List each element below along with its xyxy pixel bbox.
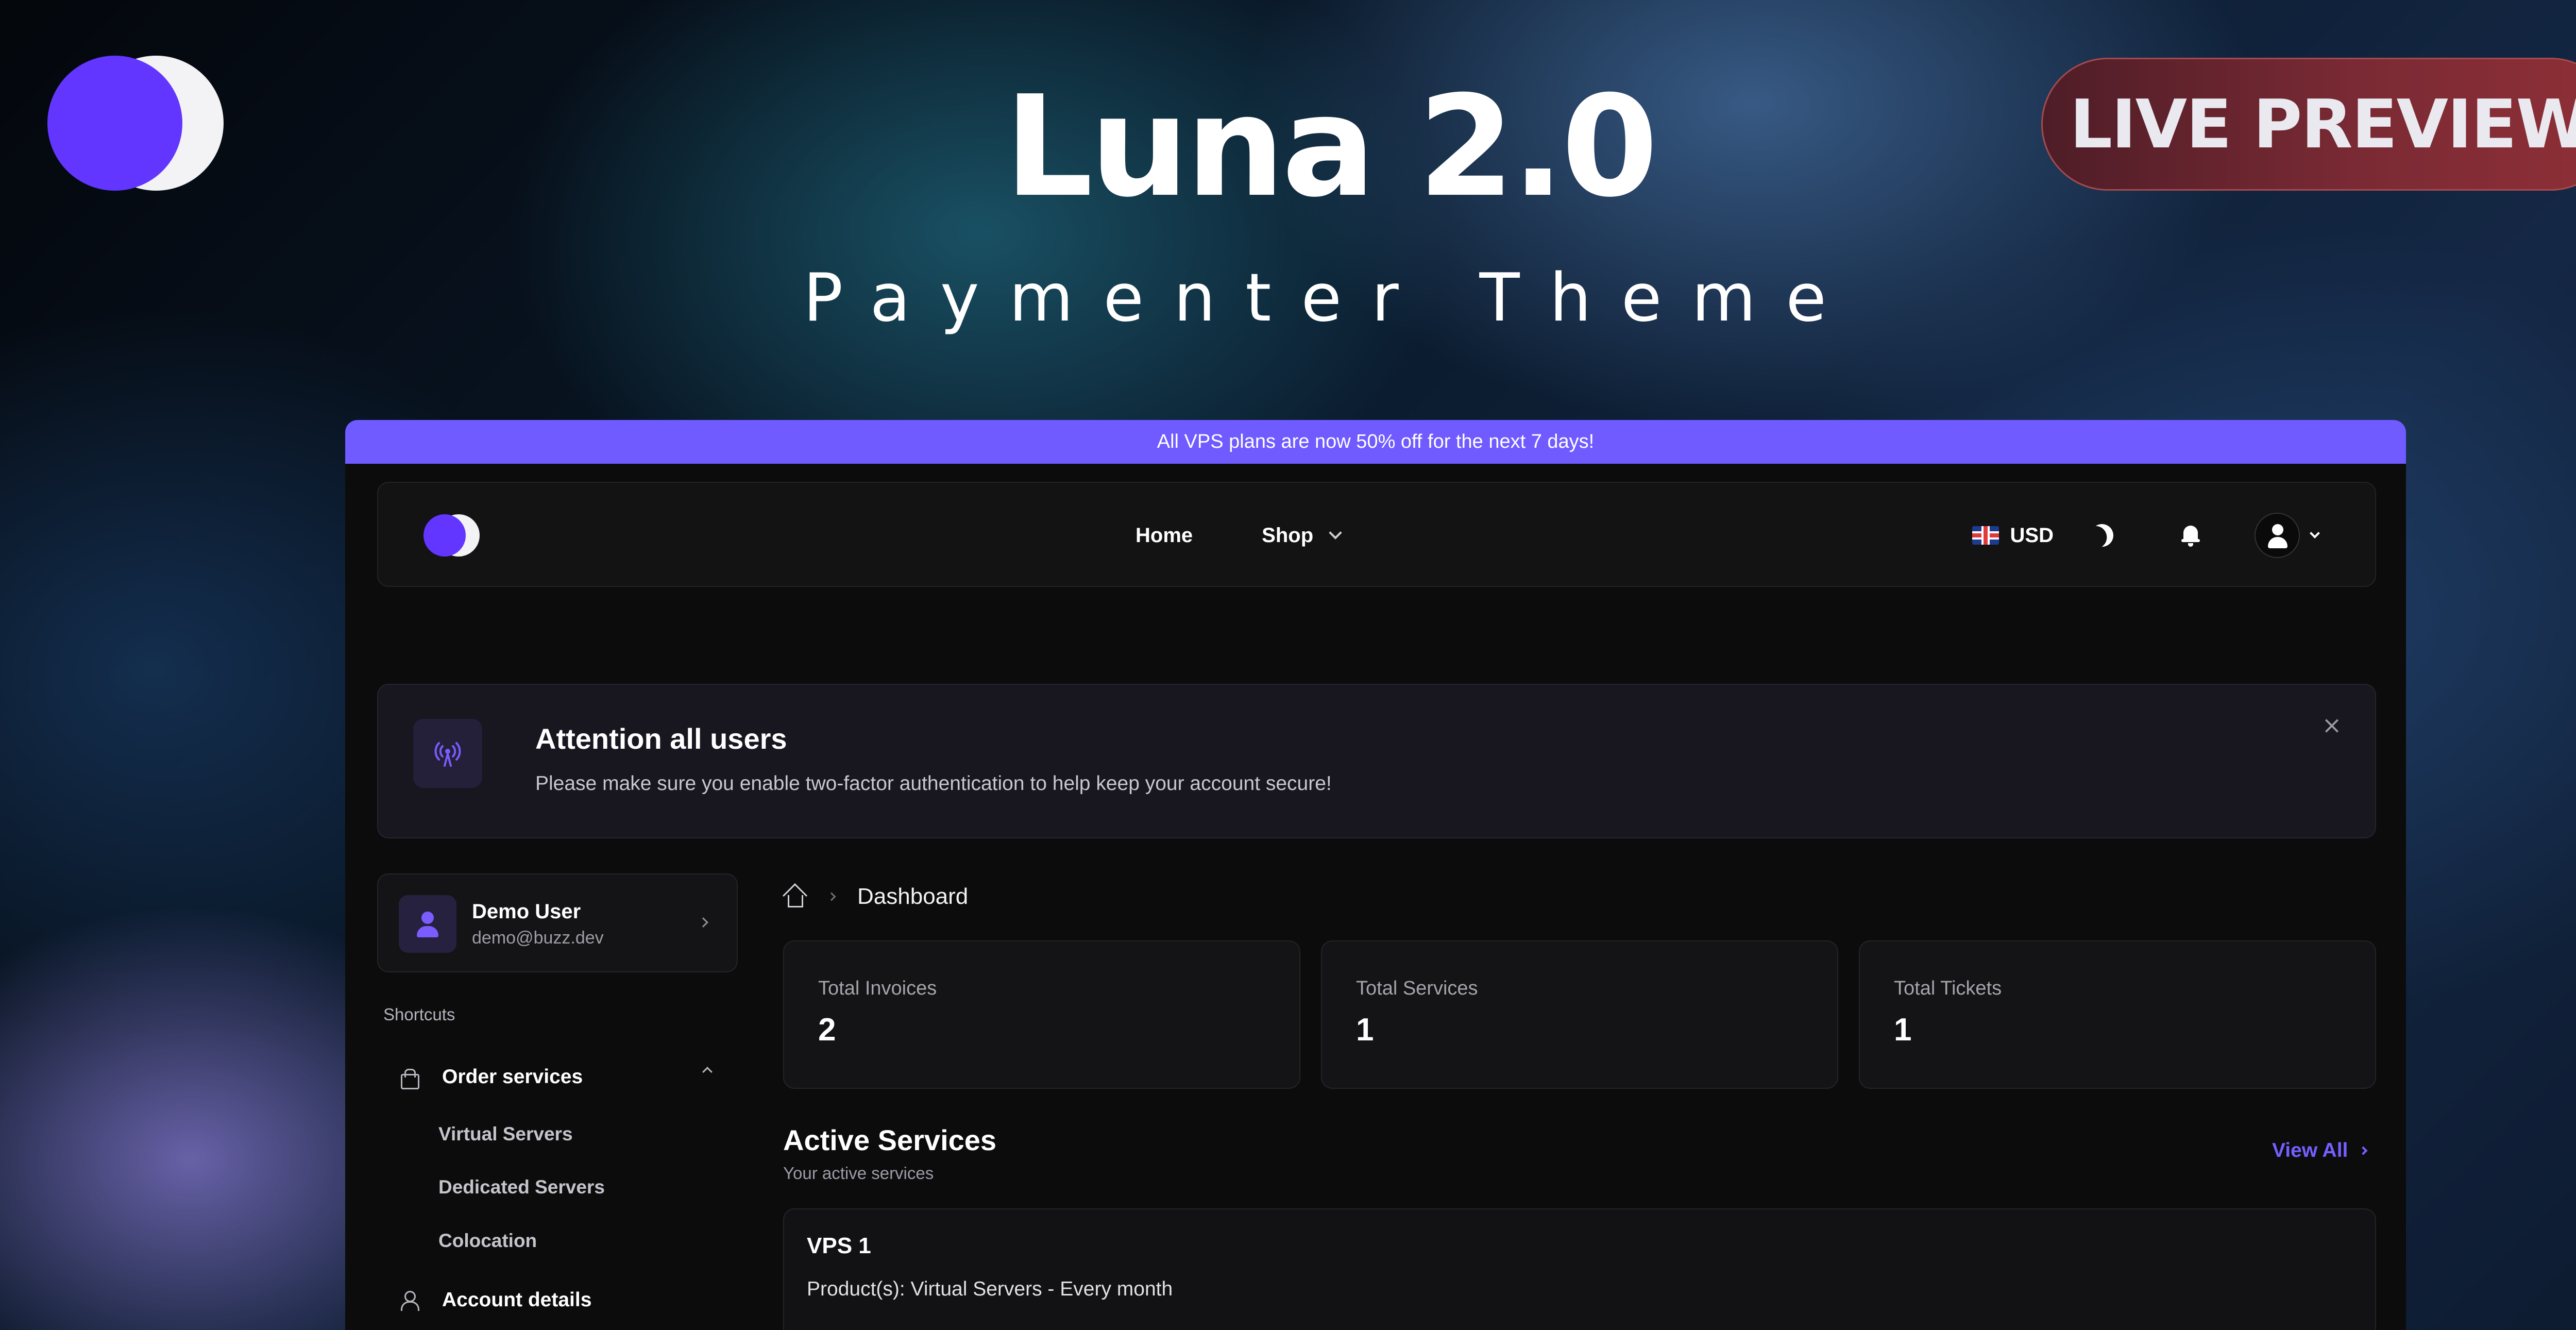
- shortcuts-heading: Shortcuts: [383, 1005, 455, 1024]
- home-icon[interactable]: [782, 883, 808, 908]
- announcement-banner: Attention all users Please make sure you…: [377, 684, 2376, 838]
- chevron-down-icon[interactable]: [2310, 528, 2320, 538]
- navbar: Home Shop USD: [377, 482, 2376, 587]
- avatar: [399, 895, 456, 953]
- section-title: Active Services: [783, 1124, 997, 1156]
- stat-card-services[interactable]: Total Services 1: [1321, 940, 1838, 1089]
- broadcast-icon: [413, 719, 482, 788]
- chevron-right-icon: [698, 917, 708, 928]
- sidebar-subitem-colocation[interactable]: Colocation: [438, 1230, 537, 1252]
- stat-label: Total Invoices: [818, 978, 937, 999]
- nav-links: Home Shop: [1136, 483, 1342, 588]
- nav-shop-label: Shop: [1262, 524, 1314, 547]
- chevron-down-icon: [1329, 526, 1342, 540]
- user-email: demo@buzz.dev: [472, 928, 604, 948]
- stat-label: Total Tickets: [1894, 978, 2002, 999]
- service-card[interactable]: VPS 1 Product(s): Virtual Servers - Ever…: [783, 1208, 2376, 1330]
- view-all-link[interactable]: View All: [2272, 1139, 2368, 1162]
- live-preview-button[interactable]: LIVE PREVIEW: [2041, 58, 2576, 191]
- sidebar-item-label: Account details: [442, 1289, 592, 1311]
- stat-value: 2: [818, 1012, 836, 1048]
- section-subtitle: Your active services: [783, 1164, 934, 1183]
- user-icon: [2272, 524, 2283, 535]
- promo-banner: All VPS plans are now 50% off for the ne…: [345, 420, 2406, 464]
- view-all-label: View All: [2272, 1139, 2348, 1161]
- uk-flag-icon: [1972, 526, 1999, 545]
- shopping-bag-icon: [399, 1067, 419, 1089]
- nav-home-link[interactable]: Home: [1136, 524, 1193, 547]
- breadcrumb-current: Dashboard: [857, 884, 969, 909]
- bell-icon[interactable]: [2180, 524, 2201, 547]
- announcement-title: Attention all users: [535, 722, 787, 755]
- sidebar-subitem-dedicated-servers[interactable]: Dedicated Servers: [438, 1176, 605, 1198]
- stat-label: Total Services: [1356, 978, 1478, 999]
- sidebar-subitem-virtual-servers[interactable]: Virtual Servers: [438, 1123, 573, 1145]
- nav-logo[interactable]: [423, 512, 481, 559]
- nav-actions: USD: [1972, 483, 2320, 588]
- moon-icon[interactable]: [2087, 520, 2117, 550]
- nav-shop-link[interactable]: Shop: [1262, 524, 1342, 547]
- stat-card-tickets[interactable]: Total Tickets 1: [1859, 940, 2376, 1089]
- user-icon: [399, 1290, 419, 1311]
- user-name: Demo User: [472, 900, 581, 923]
- chevron-right-icon: [2359, 1146, 2368, 1155]
- currency-label: USD: [2010, 524, 2054, 547]
- user-card[interactable]: Demo User demo@buzz.dev: [377, 873, 738, 972]
- service-name: VPS 1: [807, 1233, 871, 1258]
- sidebar-item-account-details[interactable]: Account details: [399, 1289, 591, 1311]
- stat-value: 1: [1894, 1012, 1912, 1048]
- sidebar-item-label: Order services: [442, 1066, 583, 1088]
- app-window: All VPS plans are now 50% off for the ne…: [345, 420, 2406, 1330]
- close-icon[interactable]: ×: [2320, 713, 2343, 737]
- chevron-right-icon: [827, 892, 836, 901]
- currency-selector[interactable]: USD: [1972, 524, 2054, 547]
- hero-subtitle: Paymenter Theme: [803, 260, 1856, 336]
- nav-logo-front: [423, 514, 466, 557]
- chevron-up-icon[interactable]: [702, 1067, 713, 1077]
- user-menu-button[interactable]: [2255, 513, 2300, 558]
- stat-value: 1: [1356, 1012, 1374, 1048]
- service-products: Product(s): Virtual Servers - Every mont…: [807, 1278, 1173, 1300]
- breadcrumb: Dashboard: [782, 873, 969, 920]
- sidebar-item-order-services[interactable]: Order services: [399, 1066, 583, 1089]
- announcement-text: Please make sure you enable two-factor a…: [535, 772, 1332, 795]
- stat-card-invoices[interactable]: Total Invoices 2: [783, 940, 1300, 1089]
- nav-home-label: Home: [1136, 524, 1193, 547]
